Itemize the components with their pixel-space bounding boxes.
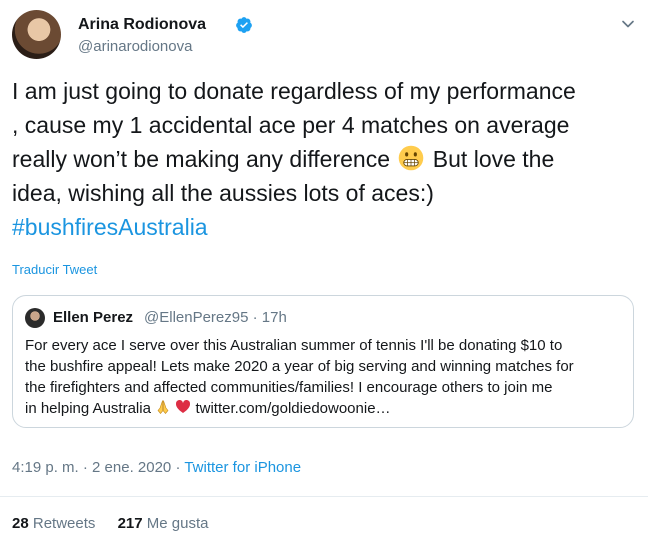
- retweets-stat[interactable]: 28 Retweets: [12, 515, 95, 532]
- retweets-label: Retweets: [32, 515, 96, 532]
- quoted-link[interactable]: twitter.com/goldiedowoonie…: [195, 400, 390, 417]
- tweet-line: idea, wishing all the aussies lots of ac…: [12, 180, 434, 206]
- likes-stat[interactable]: 217 Me gusta: [118, 515, 209, 532]
- likes-label: Me gusta: [146, 515, 209, 532]
- author-handle[interactable]: @arinarodionova: [78, 38, 192, 55]
- tweet-line-text: really won’t be making any difference: [12, 146, 391, 172]
- likes-count: 217: [117, 515, 143, 532]
- grimacing-face-emoji-icon: [399, 145, 424, 171]
- folded-hands-emoji-icon: [157, 400, 169, 414]
- quoted-handle-time: @EllenPerez95 · 17h: [144, 309, 287, 326]
- tweet-text: I am just going to donate regardless of …: [12, 74, 640, 244]
- author-display-name[interactable]: Arina Rodionova: [78, 16, 206, 34]
- tweet-meta: 4:19 p. m. · 2 ene. 2020 · Twitter for i…: [12, 459, 301, 476]
- source-link[interactable]: Twitter for iPhone: [184, 459, 301, 476]
- tweet-line: , cause my 1 accidental ace per 4 matche…: [12, 112, 570, 138]
- avatar[interactable]: [12, 10, 61, 59]
- tweet-header: Arina Rodionova @arinarodionova: [12, 10, 638, 60]
- quoted-line: the firefighters and affected communitie…: [25, 379, 553, 396]
- red-heart-emoji-icon: [176, 399, 191, 413]
- tweet-stats: 28 Retweets 217 Me gusta: [12, 515, 226, 532]
- tweet-line-text: But love the: [432, 146, 555, 172]
- quoted-line: in helping Australia twitter.com/goldied…: [25, 398, 625, 419]
- quoted-display-name: Ellen Perez: [53, 309, 134, 326]
- chevron-down-icon[interactable]: [618, 14, 638, 34]
- hashtag-link[interactable]: #bushfiresAustralia: [12, 210, 640, 244]
- verified-badge-icon: [236, 17, 252, 33]
- quoted-avatar[interactable]: [25, 308, 45, 328]
- quoted-tweet[interactable]: Ellen Perez @EllenPerez95 · 17h For ever…: [12, 295, 634, 428]
- timestamp[interactable]: 4:19 p. m. · 2 ene. 2020 ·: [12, 459, 184, 476]
- retweets-count: 28: [12, 515, 29, 532]
- divider: [0, 496, 648, 497]
- quoted-line: the bushfire appeal! Lets make 2020 a ye…: [25, 358, 574, 375]
- quoted-line: For every ace I serve over this Australi…: [25, 337, 563, 354]
- tweet-line: really won’t be making any difference Bu…: [12, 142, 640, 176]
- tweet-line: I am just going to donate regardless of …: [12, 78, 576, 104]
- translate-tweet-link[interactable]: Traducir Tweet: [12, 262, 97, 277]
- quoted-line-text: in helping Australia: [25, 400, 151, 417]
- quoted-text: For every ace I serve over this Australi…: [25, 335, 625, 419]
